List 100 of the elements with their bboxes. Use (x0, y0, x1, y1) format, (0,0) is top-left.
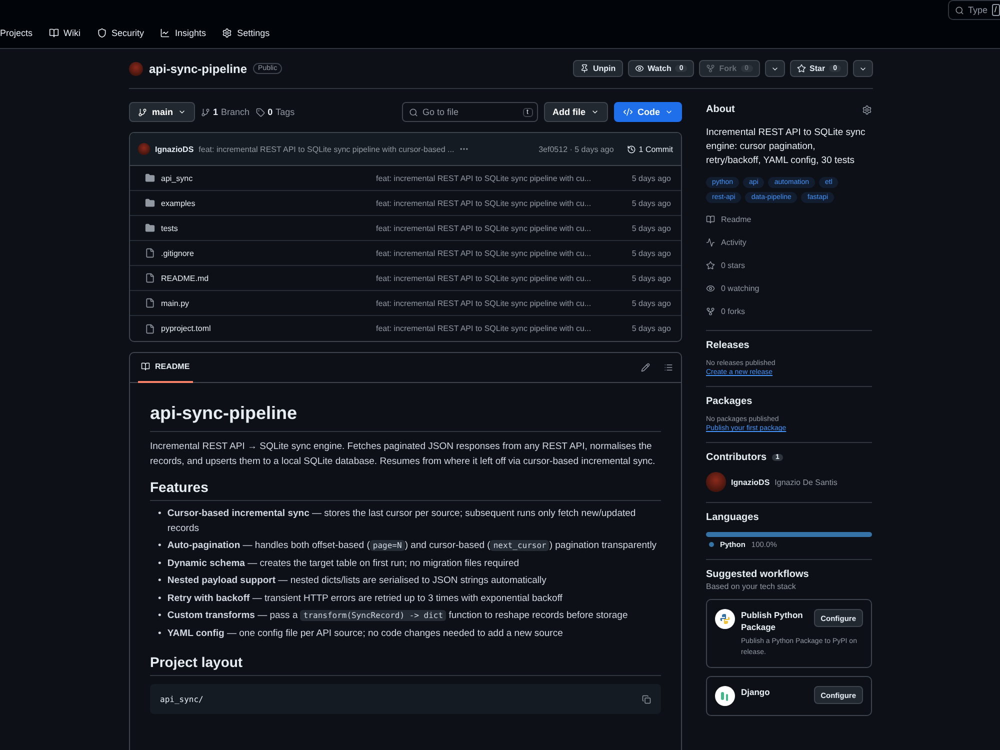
workflow-title: Publish Python Package (741, 609, 804, 633)
nav-icon (96, 28, 107, 38)
outline-icon[interactable] (664, 363, 673, 372)
nav-icon (160, 28, 170, 38)
stat-icon (706, 214, 715, 224)
file-name[interactable]: .gitignore (161, 248, 361, 258)
commit-time: 5 days ago (632, 248, 671, 258)
nav-tab[interactable]: Security (96, 28, 144, 38)
commit-time: 5 days ago (632, 274, 671, 282)
stat-link[interactable]: 0 forks (721, 306, 746, 316)
section-heading: Project layout (150, 644, 661, 676)
commit-message[interactable]: feat: incremental REST API to SQLite sync pipeline with cu... (376, 198, 632, 208)
commit-message[interactable]: feat: incremental REST API to SQLite sync pipeline with cursor-based ... (198, 144, 454, 154)
nav-tab[interactable]: Settings (222, 28, 270, 38)
code-button[interactable]: Code (614, 102, 682, 122)
author-avatar (138, 143, 150, 155)
field-placeholder: Go to file (422, 107, 459, 117)
repo-description: Incremental REST API to SQLite sync engine: cursor pagination, retry/backoff, YAML config, 30 tests (706, 126, 866, 168)
bullet: • (158, 609, 162, 623)
commit-message[interactable]: feat: incremental REST API to SQLite sync pipeline with cu... (376, 174, 632, 182)
stat-link[interactable]: Readme (721, 214, 752, 224)
commit-message[interactable]: feat: incremental REST API to SQLite sync pipeline with cu... (376, 324, 632, 333)
stat-icon (706, 284, 715, 292)
readme-intro: Incremental REST API → SQLite sync engine. Fetches paginated JSON responses from any REST API, normalises the records, and upserts them to a local SQLite database. Resumes from where it left off via cursor-based incremental sync. (150, 440, 656, 468)
search-icon (955, 6, 964, 14)
commit-message[interactable]: feat: incremental REST API to SQLite sync pipeline with cu... (376, 274, 632, 282)
settings-icon[interactable] (862, 104, 872, 114)
file-name[interactable]: examples (161, 198, 361, 208)
folder-icon (145, 198, 155, 208)
bullet: • (158, 556, 162, 570)
section-heading: Suggested workflows (706, 569, 810, 580)
workflow-title: Django (741, 686, 771, 698)
book-icon (141, 362, 150, 371)
commit-message[interactable]: feat: incremental REST API to SQLite sync pipeline with cu... (376, 298, 632, 308)
file-icon (145, 248, 155, 258)
section-heading: Languages (706, 512, 760, 523)
commit-time: 5 days ago (632, 174, 671, 182)
add-file-button[interactable]: Add file (544, 102, 608, 122)
commit-author[interactable]: IgnazioDS (155, 144, 194, 154)
commit-time: 5 days ago (632, 224, 671, 232)
commit-time: 5 days ago (632, 324, 671, 333)
nav-icon (48, 28, 59, 38)
tags-link[interactable]: 0 Tags (256, 107, 295, 117)
feature-item: Auto-pagination — handles both offset-based ( page=N ) and cursor-based ( next_cursor ) pagination transparently (167, 539, 657, 553)
folder-icon (145, 173, 155, 183)
about-heading: About (706, 104, 735, 115)
readme-title: api-sync-pipeline (150, 393, 661, 432)
bullet: • (158, 539, 162, 553)
branch-select[interactable]: main (129, 102, 196, 122)
feature-item: Dynamic schema — creates the target table on first run; no migration files required (167, 556, 520, 570)
nav-tab[interactable]: Projects (0, 28, 33, 38)
caret-icon (178, 108, 186, 116)
bullet: • (158, 592, 162, 606)
file-name[interactable]: api_sync (161, 174, 361, 182)
commit-message[interactable]: feat: incremental REST API to SQLite sync pipeline with cu... (376, 248, 632, 258)
commit-time: 5 days ago (632, 198, 671, 208)
feature-item: YAML config — one config file per API source; no code changes needed to add a new source (167, 626, 563, 640)
branches-link[interactable]: 1 Branch (201, 107, 250, 117)
search-field[interactable]: Type / (948, 0, 1000, 20)
bullet: • (158, 507, 162, 521)
readme-tab[interactable]: README (138, 353, 193, 382)
stat-link[interactable]: 0 watching (721, 284, 760, 292)
stat-link[interactable]: Activity (721, 238, 746, 246)
file-name[interactable]: pyproject.toml (161, 324, 361, 333)
folder-icon (145, 223, 155, 233)
section-subtitle: Based on your tech stack (706, 582, 797, 591)
file-name[interactable]: tests (161, 224, 361, 232)
branch-icon (138, 108, 147, 116)
contributor-login[interactable]: IgnazioDS (731, 478, 770, 486)
commits-link[interactable]: 1 Commit (626, 144, 673, 154)
file-icon (145, 298, 155, 308)
feature-item: Custom transforms — pass a transform(SyncRecord) -> dict function to reshape records before storage (167, 609, 628, 623)
section-heading: Releases (706, 340, 750, 351)
nav-icon (222, 28, 232, 38)
section-heading: Packages (706, 396, 754, 407)
copy-icon[interactable] (642, 694, 651, 704)
nav-tab[interactable]: Insights (160, 28, 206, 38)
feature-item: Cursor-based incremental sync — stores the last cursor per source; subsequent runs only fetch new/updated records (167, 507, 637, 536)
file-name[interactable]: README.md (161, 274, 361, 282)
action-icon (706, 64, 716, 73)
code-icon (622, 107, 632, 117)
caret-icon (590, 108, 598, 116)
edit-icon[interactable] (641, 363, 650, 372)
commit-hash-time[interactable]: 3ef0512 · 5 days ago (538, 144, 614, 154)
feature-item: Retry with backoff — transient HTTP errors are retried up to 3 times with exponential backoff (167, 592, 562, 606)
repo-name[interactable]: api-sync-pipeline (149, 62, 248, 76)
repo-action-button[interactable]: Unpin (573, 60, 623, 77)
commit-message[interactable]: feat: incremental REST API to SQLite sync pipeline with cu... (376, 224, 632, 232)
dropdown-button[interactable] (853, 60, 873, 77)
stat-link[interactable]: 0 stars (721, 260, 746, 270)
nav-tab[interactable]: Wiki (48, 28, 81, 38)
file-name[interactable]: main.py (161, 298, 361, 308)
contributor-name: Ignazio De Santis (774, 478, 838, 486)
section-heading: Contributors (706, 452, 767, 463)
stat-icon (706, 238, 715, 246)
history-icon (626, 144, 636, 154)
snake-logo-icon (715, 609, 735, 629)
search-placeholder: Type (968, 5, 988, 15)
bullet: • (158, 574, 162, 588)
file-icon (145, 273, 155, 283)
